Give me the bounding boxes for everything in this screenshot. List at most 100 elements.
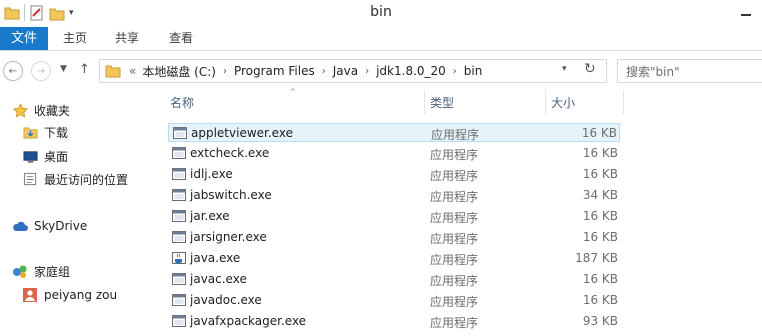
folder-icon: [105, 64, 121, 78]
file-size: 34 KB: [582, 188, 618, 202]
window-edge: [756, 90, 762, 336]
file-type: 应用程序: [430, 253, 479, 267]
crumb-jdk[interactable]: jdk1.8.0_20: [376, 64, 446, 78]
chevron-right-icon[interactable]: ›: [223, 66, 227, 77]
java-icon: [172, 251, 186, 265]
address-bar[interactable]: « 本地磁盘 (C:) › Program Files › Java › jdk…: [99, 59, 607, 83]
file-row[interactable]: javafxpackager.exe 应用程序 93 KB: [168, 312, 620, 331]
file-name: idlj.exe: [190, 167, 233, 181]
file-size: 16 KB: [582, 293, 618, 307]
file-row[interactable]: extcheck.exe 应用程序 16 KB: [168, 144, 620, 163]
file-row[interactable]: jar.exe 应用程序 16 KB: [168, 207, 620, 226]
crumb-program-files[interactable]: Program Files: [234, 64, 315, 78]
exe-window-icon: [172, 146, 186, 160]
file-size: 16 KB: [582, 209, 618, 223]
file-row[interactable]: jarsigner.exe 应用程序 16 KB: [168, 228, 620, 247]
column-divider[interactable]: [424, 90, 425, 114]
nav-user[interactable]: peiyang zou: [22, 285, 117, 305]
file-size: 93 KB: [582, 314, 618, 328]
address-dropdown-chevron-icon[interactable]: ▾: [562, 64, 567, 74]
exe-window-icon: [172, 230, 186, 244]
desktop-icon: [22, 148, 38, 164]
file-size: 16 KB: [581, 126, 617, 140]
nav-favorites[interactable]: 收藏夹: [12, 100, 70, 120]
back-button[interactable]: ←: [3, 61, 23, 81]
file-type: 应用程序: [430, 295, 479, 309]
nav-skydrive[interactable]: SkyDrive: [12, 216, 87, 236]
exe-window-icon: [173, 126, 187, 140]
search-placeholder: 搜索"bin": [626, 65, 680, 79]
chevron-right-icon[interactable]: ›: [365, 66, 369, 77]
exe-window-icon: [172, 188, 186, 202]
file-type: 应用程序: [430, 190, 479, 204]
file-row[interactable]: appletviewer.exe 应用程序 16 KB: [168, 123, 620, 142]
nav-homegroup[interactable]: 家庭组: [12, 261, 70, 281]
nav-user-label: peiyang zou: [44, 288, 118, 302]
arrow-left-icon: ←: [8, 65, 18, 77]
crumb-java[interactable]: Java: [333, 64, 358, 78]
forward-button[interactable]: →: [31, 61, 51, 81]
user-avatar-icon: [22, 287, 38, 303]
homegroup-icon: [12, 263, 28, 279]
tab-share[interactable]: 共享: [115, 27, 139, 50]
arrow-right-icon: →: [36, 65, 46, 77]
column-header-name[interactable]: 名称: [170, 94, 194, 111]
file-row[interactable]: javac.exe 应用程序 16 KB: [168, 270, 620, 289]
file-row[interactable]: jabswitch.exe 应用程序 34 KB: [168, 186, 620, 205]
column-divider[interactable]: [623, 90, 624, 114]
crumb-bin[interactable]: bin: [464, 64, 483, 78]
nav-recent-label: 最近访问的位置: [44, 172, 129, 187]
nav-desktop[interactable]: 桌面: [22, 146, 68, 166]
file-name: javadoc.exe: [190, 293, 262, 307]
exe-window-icon: [172, 293, 186, 307]
tab-home[interactable]: 主页: [63, 27, 87, 50]
navigation-pane: 收藏夹 下载 桌面 最近访问的位置 SkyDrive 家庭组 peiyang z…: [0, 90, 150, 336]
recent-locations-chevron-icon[interactable]: ▼: [60, 64, 67, 74]
overflow-crumbs[interactable]: «: [129, 64, 136, 78]
file-size: 187 KB: [575, 251, 618, 265]
tab-view[interactable]: 查看: [169, 27, 193, 50]
exe-window-icon: [172, 209, 186, 223]
file-type: 应用程序: [431, 128, 480, 142]
nav-recent-places[interactable]: 最近访问的位置: [22, 169, 128, 189]
file-row[interactable]: java.exe 应用程序 187 KB: [168, 249, 620, 268]
nav-skydrive-label: SkyDrive: [34, 219, 88, 233]
file-row[interactable]: idlj.exe 应用程序 16 KB: [168, 165, 620, 184]
minimize-icon[interactable]: [736, 6, 756, 20]
file-type: 应用程序: [430, 148, 479, 162]
window-title: bin: [370, 4, 392, 20]
file-name: jarsigner.exe: [190, 230, 267, 244]
recent-places-icon: [22, 171, 38, 187]
file-row[interactable]: javadoc.exe 应用程序 16 KB: [168, 291, 620, 310]
column-divider[interactable]: [545, 90, 546, 114]
file-type: 应用程序: [430, 316, 479, 330]
file-name: extcheck.exe: [190, 146, 270, 160]
file-name: appletviewer.exe: [191, 126, 293, 140]
chevron-right-icon[interactable]: ›: [322, 66, 326, 77]
file-name: javac.exe: [190, 272, 247, 286]
sort-ascending-icon: ⌃: [289, 88, 297, 98]
download-folder-icon: [22, 124, 38, 140]
tab-file[interactable]: 文件: [0, 27, 48, 50]
file-name: jar.exe: [190, 209, 230, 223]
file-name: jabswitch.exe: [190, 188, 272, 202]
column-header-size[interactable]: 大小: [551, 94, 575, 111]
nav-desktop-label: 桌面: [44, 149, 69, 164]
search-input[interactable]: 搜索"bin": [617, 59, 762, 83]
up-button[interactable]: ↑: [79, 62, 90, 77]
ribbon-tabs: 文件 主页 共享 查看: [0, 27, 762, 51]
nav-download[interactable]: 下载: [22, 122, 68, 142]
chevron-right-icon[interactable]: ›: [453, 66, 457, 77]
file-type: 应用程序: [430, 169, 479, 183]
file-type: 应用程序: [430, 232, 479, 246]
file-size: 16 KB: [582, 272, 618, 286]
crumb-drive[interactable]: 本地磁盘 (C:): [142, 63, 216, 80]
exe-window-icon: [172, 314, 186, 328]
file-list-pane: ⌃ 名称 类型 大小 appletviewer.exe 应用程序 16 KB extc…: [152, 88, 762, 336]
star-icon: [12, 102, 28, 118]
cloud-icon: [12, 218, 28, 234]
file-size: 16 KB: [582, 230, 618, 244]
exe-window-icon: [172, 272, 186, 286]
refresh-icon[interactable]: ↻: [584, 61, 596, 77]
column-header-type[interactable]: 类型: [430, 94, 454, 111]
